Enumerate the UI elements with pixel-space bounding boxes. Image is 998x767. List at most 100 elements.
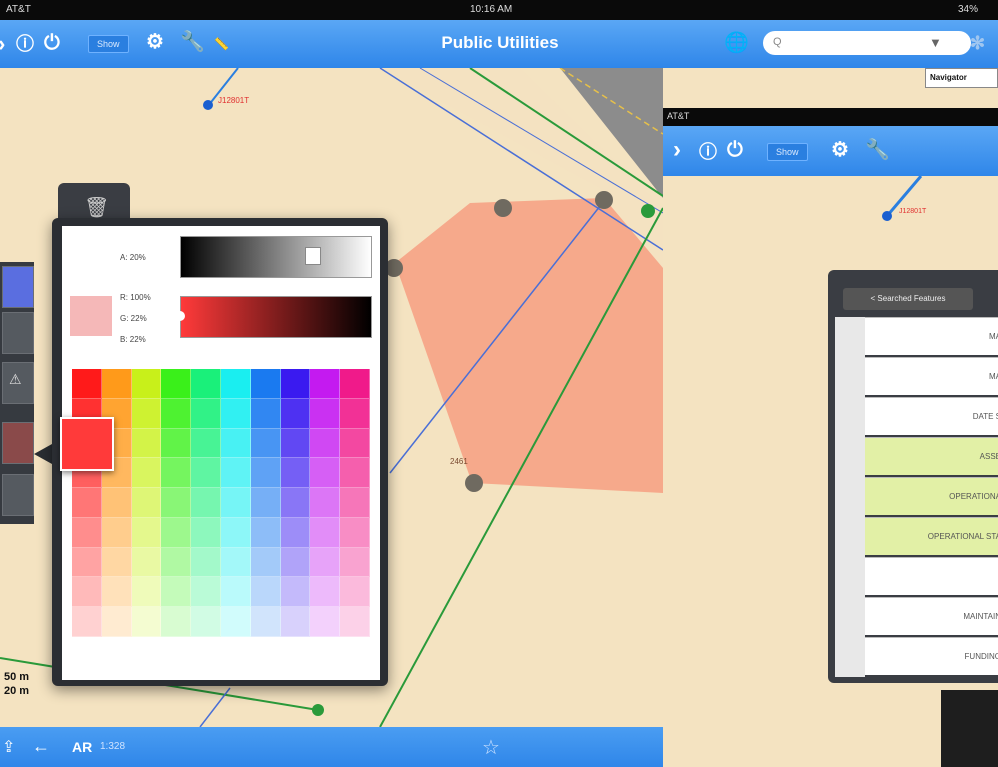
feature-attribute-row[interactable]: OPERATIONA <box>865 477 998 515</box>
phone-wrench-icon[interactable]: 🔧 <box>865 138 890 162</box>
palette-cell[interactable] <box>280 458 311 489</box>
phone-power-icon[interactable]: ⏻ <box>727 138 743 162</box>
palette-cell[interactable] <box>220 577 251 608</box>
brightness-slider[interactable] <box>175 296 372 338</box>
wrench-icon[interactable]: 🔧 <box>180 30 205 54</box>
palette-cell[interactable] <box>250 577 281 608</box>
palette-cell[interactable] <box>161 398 192 429</box>
line-tool-button[interactable] <box>2 266 34 308</box>
palette-cell[interactable] <box>161 458 192 489</box>
feature-attribute-row[interactable]: OPERATIONAL STA <box>865 517 998 555</box>
palette-cell[interactable] <box>310 369 341 399</box>
palette-cell[interactable] <box>72 607 102 637</box>
palette-cell[interactable] <box>280 577 311 608</box>
palette-cell[interactable] <box>250 398 281 429</box>
palette-cell[interactable] <box>250 458 281 489</box>
phone-info-icon[interactable]: ⓘ <box>699 140 717 164</box>
phone-show-button[interactable]: Show <box>767 143 808 161</box>
back-arrow-icon[interactable]: ← <box>32 736 50 757</box>
fill-color-button[interactable] <box>2 422 34 464</box>
palette-cell[interactable] <box>220 488 251 518</box>
palette-cell[interactable] <box>280 398 311 429</box>
palette-cell[interactable] <box>220 607 251 637</box>
palette-cell[interactable] <box>191 369 221 399</box>
palette-cell[interactable] <box>220 428 251 459</box>
palette-cell[interactable] <box>310 607 341 637</box>
palette-cell[interactable] <box>310 398 341 429</box>
selected-color-swatch[interactable] <box>60 417 114 471</box>
palette-cell[interactable] <box>72 517 102 548</box>
feature-attribute-row[interactable]: DATE S <box>865 397 998 435</box>
chevron-right-icon[interactable]: › <box>0 32 5 56</box>
palette-cell[interactable] <box>250 488 281 518</box>
info-icon[interactable]: ⓘ <box>16 32 34 56</box>
palette-cell[interactable] <box>161 488 192 518</box>
settings-icon[interactable]: ✻ <box>970 31 985 55</box>
filter-icon[interactable]: ▼ <box>929 35 942 50</box>
phone-gears-icon[interactable]: ⚙ <box>831 138 849 162</box>
palette-cell[interactable] <box>280 607 311 637</box>
pen-tool-button[interactable] <box>2 312 34 354</box>
palette-cell[interactable] <box>250 369 281 399</box>
palette-cell[interactable] <box>131 488 162 518</box>
brightness-slider-handle[interactable] <box>175 311 185 321</box>
palette-cell[interactable] <box>161 577 192 608</box>
palette-cell[interactable] <box>220 398 251 429</box>
palette-cell[interactable] <box>220 369 251 399</box>
palette-cell[interactable] <box>131 428 162 459</box>
palette-cell[interactable] <box>310 517 341 548</box>
palette-cell[interactable] <box>310 577 341 608</box>
power-icon[interactable]: ⏻ <box>44 31 60 55</box>
palette-cell[interactable] <box>340 547 370 578</box>
palette-cell[interactable] <box>340 517 370 548</box>
palette-cell[interactable] <box>250 517 281 548</box>
alpha-slider-handle[interactable] <box>305 247 321 265</box>
line-style-button[interactable] <box>2 474 34 516</box>
show-button[interactable]: Show <box>88 35 129 53</box>
palette-cell[interactable] <box>72 488 102 518</box>
palette-cell[interactable] <box>191 517 221 548</box>
palette-cell[interactable] <box>191 428 221 459</box>
palette-cell[interactable] <box>101 607 132 637</box>
palette-cell[interactable] <box>131 547 162 578</box>
palette-cell[interactable] <box>310 488 341 518</box>
palette-cell[interactable] <box>280 488 311 518</box>
palette-cell[interactable] <box>72 369 102 399</box>
palette-cell[interactable] <box>220 458 251 489</box>
feature-attribute-row[interactable]: MA <box>865 357 998 395</box>
color-palette-grid[interactable] <box>72 369 370 637</box>
palette-cell[interactable] <box>340 577 370 608</box>
palette-cell[interactable] <box>161 517 192 548</box>
star-icon[interactable]: ☆ <box>482 735 500 760</box>
palette-cell[interactable] <box>220 517 251 548</box>
palette-cell[interactable] <box>191 488 221 518</box>
palette-cell[interactable] <box>250 607 281 637</box>
warning-tool-button[interactable]: ⚠ <box>2 362 34 404</box>
palette-cell[interactable] <box>101 488 132 518</box>
palette-cell[interactable] <box>310 547 341 578</box>
palette-cell[interactable] <box>131 369 162 399</box>
palette-cell[interactable] <box>340 488 370 518</box>
palette-cell[interactable] <box>340 428 370 459</box>
palette-cell[interactable] <box>131 398 162 429</box>
palette-cell[interactable] <box>280 517 311 548</box>
feature-attribute-row[interactable]: MA <box>865 317 998 355</box>
palette-cell[interactable] <box>340 458 370 489</box>
palette-cell[interactable] <box>310 458 341 489</box>
palette-cell[interactable] <box>131 458 162 489</box>
palette-cell[interactable] <box>191 458 221 489</box>
palette-cell[interactable] <box>191 398 221 429</box>
palette-cell[interactable] <box>191 607 221 637</box>
palette-cell[interactable] <box>161 428 192 459</box>
palette-cell[interactable] <box>191 577 221 608</box>
palette-cell[interactable] <box>101 547 132 578</box>
back-to-searched-button[interactable]: < Searched Features <box>843 288 973 310</box>
palette-cell[interactable] <box>101 369 132 399</box>
navigator-label[interactable]: Navigator <box>925 68 998 88</box>
palette-cell[interactable] <box>220 547 251 578</box>
palette-cell[interactable] <box>101 517 132 548</box>
palette-cell[interactable] <box>280 369 311 399</box>
palette-cell[interactable] <box>250 428 281 459</box>
palette-cell[interactable] <box>191 547 221 578</box>
phone-chevron-icon[interactable]: › <box>673 138 681 162</box>
